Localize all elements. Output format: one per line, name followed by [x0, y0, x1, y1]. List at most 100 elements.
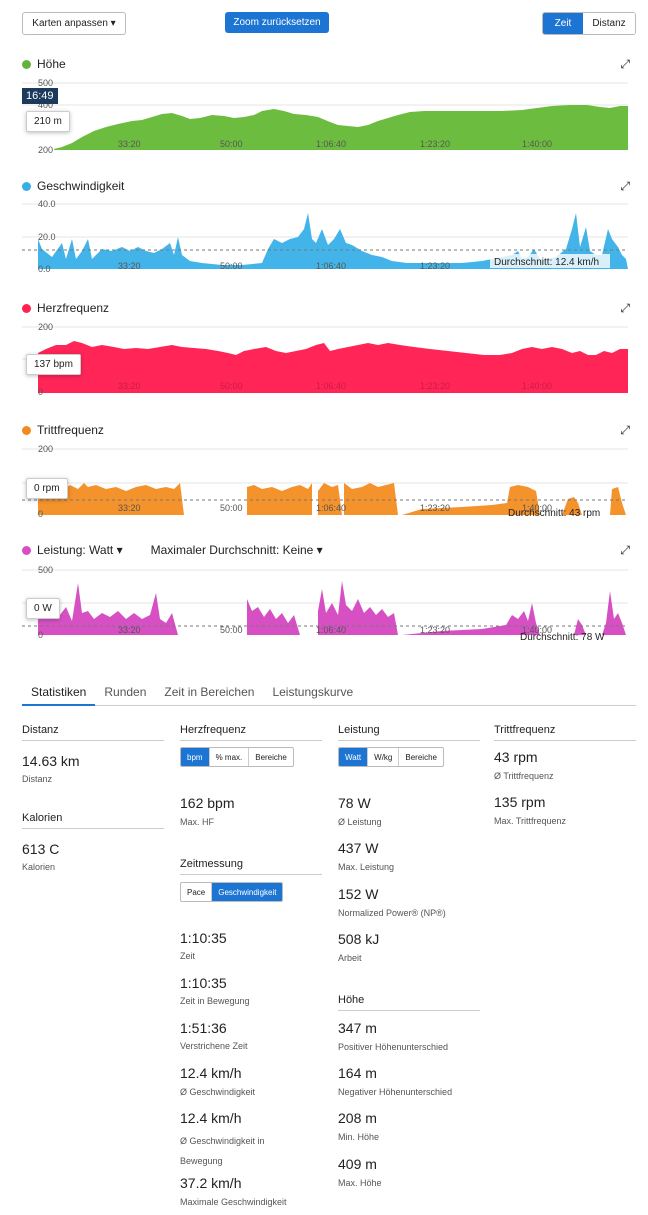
timing-pace-button[interactable]: Pace: [181, 883, 213, 901]
distance-section: Distanz 14.63 km Distanz: [22, 724, 164, 786]
stat-label: Maximale Geschwindigkeit: [180, 1197, 287, 1207]
cadence-chart-title: Trittfrequenz: [22, 423, 104, 437]
customize-charts-dropdown[interactable]: Karten anpassen ▾: [22, 12, 126, 35]
axis-distance-button[interactable]: Distanz: [583, 13, 635, 34]
axis-toggle: Zeit Distanz: [542, 12, 636, 35]
stat-value: 613 C: [22, 841, 60, 857]
heart-rate-x-tick: 33:20: [118, 381, 141, 391]
altitude-y-tick: 200: [38, 145, 53, 155]
stat-value: 164 m: [338, 1065, 377, 1081]
heart-rate-legend-dot: [22, 303, 31, 313]
stat-value: 152 W: [338, 886, 379, 902]
stat-label: Kalorien: [22, 862, 56, 872]
tab-statistics[interactable]: Statistiken: [22, 680, 96, 706]
speed-x-tick: 1:23:20: [420, 261, 450, 271]
stat-value: 162 bpm: [180, 795, 235, 811]
stat-label: Zeit: [180, 951, 196, 961]
speed-y-tick: 20.0: [38, 232, 56, 242]
stat-value: 1:51:36: [180, 1020, 227, 1036]
section-heading: Leistung: [338, 724, 480, 741]
altitude-x-tick: 50:00: [220, 139, 243, 149]
power-x-tick: 50:00: [220, 625, 243, 635]
power-stats-section: Leistung: [338, 724, 480, 741]
stat-label: Negativer Höhenunterschied: [338, 1087, 453, 1097]
stat-value: 12.4 km/h: [180, 1065, 242, 1081]
heart-rate-x-tick: 1:23:20: [420, 381, 450, 391]
power-metric-dropdown[interactable]: Leistung: Watt ▾: [37, 543, 123, 557]
power-plot[interactable]: Durchschnitt: 78 W 500 250 0 33:20 50:00…: [22, 563, 628, 641]
hr-unit-zones[interactable]: Bereiche: [249, 748, 293, 766]
stat-value: 508 kJ: [338, 931, 380, 947]
stat-label: Ø Leistung: [338, 817, 382, 827]
speed-plot[interactable]: Durchschnitt: 12.4 km/h 40.0 20.0 0.0 33…: [22, 199, 628, 277]
stat-label: Verstrichene Zeit: [180, 1041, 248, 1051]
speed-title-text: Geschwindigkeit: [37, 179, 125, 193]
stat-value: 14.63 km: [22, 753, 80, 769]
stat-value: 347 m: [338, 1020, 377, 1036]
altitude-y-tick: 500: [38, 78, 53, 88]
cadence-x-tick: 1:23:20: [420, 503, 450, 513]
expand-icon[interactable]: ⤢: [620, 301, 630, 316]
axis-time-button[interactable]: Zeit: [543, 13, 583, 34]
altitude-x-tick: 1:06:40: [316, 139, 346, 149]
altitude-tooltip: 210 m: [26, 111, 70, 132]
stats-tabs: Statistiken Runden Zeit in Bereichen Lei…: [22, 680, 636, 706]
cursor-time-badge: 16:49: [22, 88, 58, 104]
tab-time-in-zones[interactable]: Zeit in Bereichen: [155, 680, 263, 706]
section-heading: Trittfrequenz: [494, 724, 636, 741]
stat-value: 12.4 km/h: [180, 1110, 242, 1126]
stat-label: Positiver Höhenunterschied: [338, 1042, 449, 1052]
cadence-x-tick: 1:40:00: [522, 503, 552, 513]
altitude-legend-dot: [22, 59, 31, 69]
stat-value: 437 W: [338, 840, 379, 856]
power-y-tick: 500: [38, 565, 53, 575]
stat-label: Max. Leistung: [338, 862, 395, 872]
stat-value: 1:10:35: [180, 975, 227, 991]
altitude-chart-title: Höhe: [22, 57, 66, 71]
power-tooltip: 0 W: [26, 598, 60, 619]
speed-y-tick: 40.0: [38, 199, 56, 209]
section-heading: Kalorien: [22, 812, 164, 829]
tab-power-curve[interactable]: Leistungskurve: [263, 680, 362, 706]
speed-chart: Geschwindigkeit ⤢ Durchschnitt: 12.4 km/…: [0, 177, 648, 277]
stat-label: Ø Geschwindigkeit in Bewegung: [180, 1136, 265, 1166]
timing-mode-toggle: Pace Geschwindigkeit: [180, 882, 284, 902]
max-average-dropdown[interactable]: Maximaler Durchschnitt: Keine ▾: [151, 543, 323, 557]
hr-unit-percent-max[interactable]: % max.: [210, 748, 250, 766]
stat-label: Ø Geschwindigkeit: [180, 1087, 256, 1097]
speed-average-label: Durchschnitt: 12.4 km/h: [494, 257, 599, 268]
timing-speed-button[interactable]: Geschwindigkeit: [212, 883, 283, 901]
expand-icon[interactable]: ⤢: [620, 57, 630, 72]
cadence-plot[interactable]: Durchschnitt: 43 rpm 200 100 0 33:20 50:…: [22, 443, 628, 521]
power-unit-toggle: Watt W/kg Bereiche: [338, 747, 444, 767]
power-x-tick: 1:40:00: [522, 625, 552, 635]
speed-chart-title: Geschwindigkeit: [22, 179, 124, 193]
zoom-reset-button[interactable]: Zoom zurücksetzen: [225, 12, 329, 33]
stat-value: 37.2 km/h: [180, 1175, 242, 1191]
heart-rate-x-tick: 50:00: [220, 381, 243, 391]
power-unit-watt[interactable]: Watt: [339, 748, 369, 766]
power-unit-wkg[interactable]: W/kg: [368, 748, 400, 766]
cadence-legend-dot: [22, 425, 31, 435]
expand-icon[interactable]: ⤢: [620, 423, 630, 438]
cadence-x-tick: 50:00: [220, 503, 243, 513]
expand-icon[interactable]: ⤢: [620, 543, 630, 558]
cadence-x-tick: 33:20: [118, 503, 141, 513]
power-unit-zones[interactable]: Bereiche: [399, 748, 443, 766]
stat-value: 208 m: [338, 1110, 377, 1126]
stat-label: Arbeit: [338, 953, 362, 963]
speed-y-tick: 0.0: [38, 264, 51, 274]
stat-value: 135 rpm: [494, 794, 546, 810]
altitude-plot[interactable]: 500 400 200 33:20 50:00 1:06:40 1:23:20 …: [22, 77, 628, 155]
stat-value: 1:10:35: [180, 930, 227, 946]
hr-unit-bpm[interactable]: bpm: [181, 748, 210, 766]
altitude-x-tick: 1:40:00: [522, 139, 552, 149]
cadence-y-tick: 200: [38, 444, 53, 454]
speed-x-tick: 33:20: [118, 261, 141, 271]
cadence-x-tick: 1:06:40: [316, 503, 346, 513]
section-heading: Herzfrequenz: [180, 724, 322, 741]
expand-icon[interactable]: ⤢: [620, 179, 630, 194]
power-chart: Leistung: Watt ▾ Maximaler Durchschnitt:…: [0, 543, 648, 643]
heart-rate-plot[interactable]: 200 100 0 33:20 50:00 1:06:40 1:23:20 1:…: [22, 321, 628, 399]
tab-laps[interactable]: Runden: [95, 680, 155, 706]
